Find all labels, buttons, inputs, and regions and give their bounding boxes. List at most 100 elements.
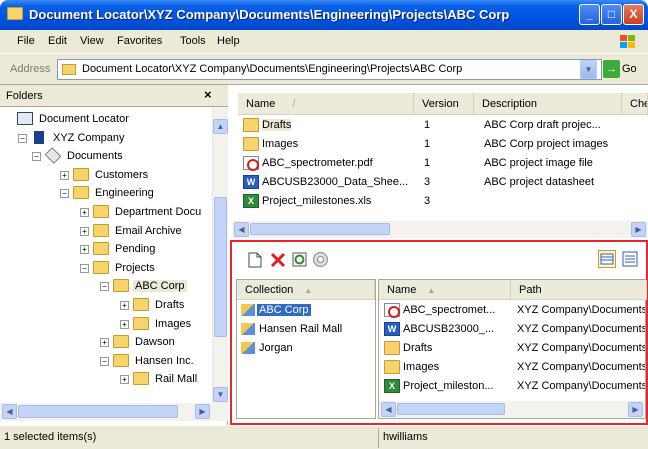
collapse-icon[interactable]: −	[18, 133, 27, 143]
file-row[interactable]: Drafts 1 ABC Corp draft projec...	[238, 117, 648, 135]
address-dropdown-button[interactable]: ▼	[580, 60, 597, 79]
pdf-icon	[384, 303, 400, 318]
address-bar: Address Document Locator\XYZ Company\Doc…	[0, 54, 648, 85]
collection-item-row[interactable]: W ABCUSB23000_... XYZ Company\Documents	[379, 321, 647, 339]
collection-item[interactable]: Hansen Rail Mall	[239, 321, 373, 339]
menu-bar: File Edit View Favorites Tools Help	[0, 30, 648, 54]
close-button[interactable]: X	[623, 4, 644, 25]
scroll-right-button[interactable]: ▶	[628, 402, 643, 417]
file-version: 3	[424, 176, 431, 188]
scroll-right-button[interactable]: ▶	[195, 404, 210, 419]
expand-icon[interactable]: +	[80, 208, 89, 217]
collapse-icon[interactable]: −	[100, 282, 109, 292]
file-list: Name / Version Description Chec Drafts1A…	[232, 85, 648, 240]
window-title: Document Locator\XYZ Company\Documents\E…	[29, 7, 510, 22]
collection-item-row[interactable]: Images XYZ Company\Documents	[379, 359, 647, 377]
collapse-icon[interactable]: −	[32, 152, 41, 162]
details-view-icon[interactable]	[598, 250, 616, 268]
folder-icon	[243, 137, 259, 151]
collapse-icon[interactable]: −	[80, 263, 89, 273]
collapse-icon[interactable]: −	[100, 356, 109, 366]
item-name: Project_mileston...	[403, 380, 494, 392]
collection-icon	[241, 304, 255, 316]
column-header-path[interactable]: Path	[511, 280, 647, 300]
scroll-up-button[interactable]: ▲	[213, 119, 228, 134]
expand-icon[interactable]: +	[80, 245, 89, 255]
pdf-icon	[243, 156, 259, 171]
item-name: Images	[403, 361, 440, 373]
menu-favorites[interactable]: Favorites	[117, 35, 162, 47]
folders-close-button[interactable]: ×	[204, 87, 212, 102]
scroll-thumb[interactable]	[397, 403, 505, 415]
scroll-left-button[interactable]: ◀	[381, 402, 396, 417]
filelist-horizontal-scrollbar[interactable]: ◀ ▶	[232, 221, 648, 238]
scroll-left-button[interactable]: ◀	[234, 222, 249, 237]
file-row[interactable]: X Project_milestones.xls 3	[238, 193, 648, 211]
new-collection-icon[interactable]	[248, 252, 262, 268]
item-path: XYZ Company\Documents	[517, 323, 645, 335]
expand-icon[interactable]: +	[60, 170, 69, 180]
collections-panel: Collection ▲ ABC Corp Hansen Rail Mall Jor…	[230, 240, 648, 425]
folders-vertical-scrollbar[interactable]: ▲ ▼	[212, 107, 228, 403]
tree-item-label: Images	[155, 317, 192, 330]
collection-item-rows: ABC_spectromet... XYZ Company\Documents W A…	[379, 302, 645, 397]
menu-tools[interactable]: Tools	[180, 35, 206, 47]
folder-open-icon	[113, 279, 129, 293]
file-row[interactable]: W ABCUSB23000_Data_Shee... 3 ABC project da…	[238, 174, 648, 192]
status-selection: 1 selected items(s)	[4, 431, 97, 443]
scroll-left-button[interactable]: ◀	[2, 404, 17, 419]
menu-file[interactable]: File	[17, 35, 35, 47]
expand-icon[interactable]: +	[80, 226, 89, 236]
menu-view[interactable]: View	[80, 35, 104, 47]
folder-icon	[93, 205, 109, 218]
menu-help[interactable]: Help	[217, 35, 240, 47]
collection-header-label: Collection	[245, 284, 294, 296]
folder-icon	[113, 353, 129, 367]
tree-item-label: Engineering	[95, 187, 154, 200]
scroll-down-button[interactable]: ▼	[213, 387, 228, 402]
go-arrow-icon[interactable]: →	[603, 60, 620, 78]
expand-icon[interactable]: +	[120, 375, 129, 385]
collection-item-row[interactable]: X Project_mileston... XYZ Company\Document…	[379, 378, 647, 396]
go-button-label[interactable]: Go	[622, 63, 637, 75]
column-header-name[interactable]: Name /	[238, 93, 414, 115]
column-header-collection[interactable]: Collection ▲	[237, 280, 375, 300]
collection-item-row[interactable]: ABC_spectromet... XYZ Company\Documents	[379, 302, 647, 320]
delete-icon[interactable]	[270, 252, 286, 268]
scroll-thumb[interactable]	[250, 223, 390, 235]
file-row[interactable]: ABC_spectrometer.pdf 1 ABC project image f…	[238, 155, 648, 173]
column-header-description[interactable]: Description	[474, 93, 622, 115]
folders-horizontal-scrollbar[interactable]: ◀ ▶	[0, 403, 228, 421]
collection-item[interactable]: ABC Corp	[239, 302, 373, 320]
minimize-button[interactable]: _	[579, 4, 600, 25]
item-name-header-label: Name	[387, 284, 417, 296]
items-horizontal-scrollbar[interactable]: ◀ ▶	[379, 401, 645, 418]
column-header-checked[interactable]: Chec	[622, 93, 648, 115]
tree-item-label: XYZ Company	[53, 131, 125, 144]
settings-icon[interactable]	[312, 251, 329, 268]
expand-icon[interactable]: +	[100, 338, 109, 348]
documents-icon	[44, 147, 62, 164]
file-version: 1	[424, 157, 431, 169]
scroll-thumb[interactable]	[18, 405, 178, 418]
folder-icon	[243, 118, 259, 132]
expand-icon[interactable]: +	[120, 301, 129, 310]
scroll-right-button[interactable]: ▶	[631, 222, 646, 237]
maximize-button[interactable]: □	[601, 4, 622, 25]
folder-icon	[133, 372, 149, 386]
address-input[interactable]: Document Locator\XYZ Company\Documents\E…	[57, 59, 602, 80]
expand-icon[interactable]: +	[120, 319, 129, 329]
folder-icon	[7, 7, 23, 20]
scroll-thumb[interactable]	[214, 197, 227, 337]
collection-item-row[interactable]: Drafts XYZ Company\Documents	[379, 340, 647, 358]
collection-label: ABC Corp	[257, 304, 311, 316]
file-row[interactable]: Images 1 ABC Corp project images	[238, 136, 648, 154]
column-header-item-name[interactable]: Name ▲	[379, 280, 511, 300]
file-rows: Drafts 1 ABC Corp draft projec... Images 1 AB…	[238, 117, 648, 217]
menu-edit[interactable]: Edit	[48, 35, 67, 47]
collection-item[interactable]: Jorgan	[239, 340, 373, 358]
column-header-version[interactable]: Version	[414, 93, 474, 115]
refresh-icon[interactable]	[292, 252, 307, 267]
list-view-icon[interactable]	[622, 251, 638, 267]
collapse-icon[interactable]: −	[60, 189, 69, 199]
